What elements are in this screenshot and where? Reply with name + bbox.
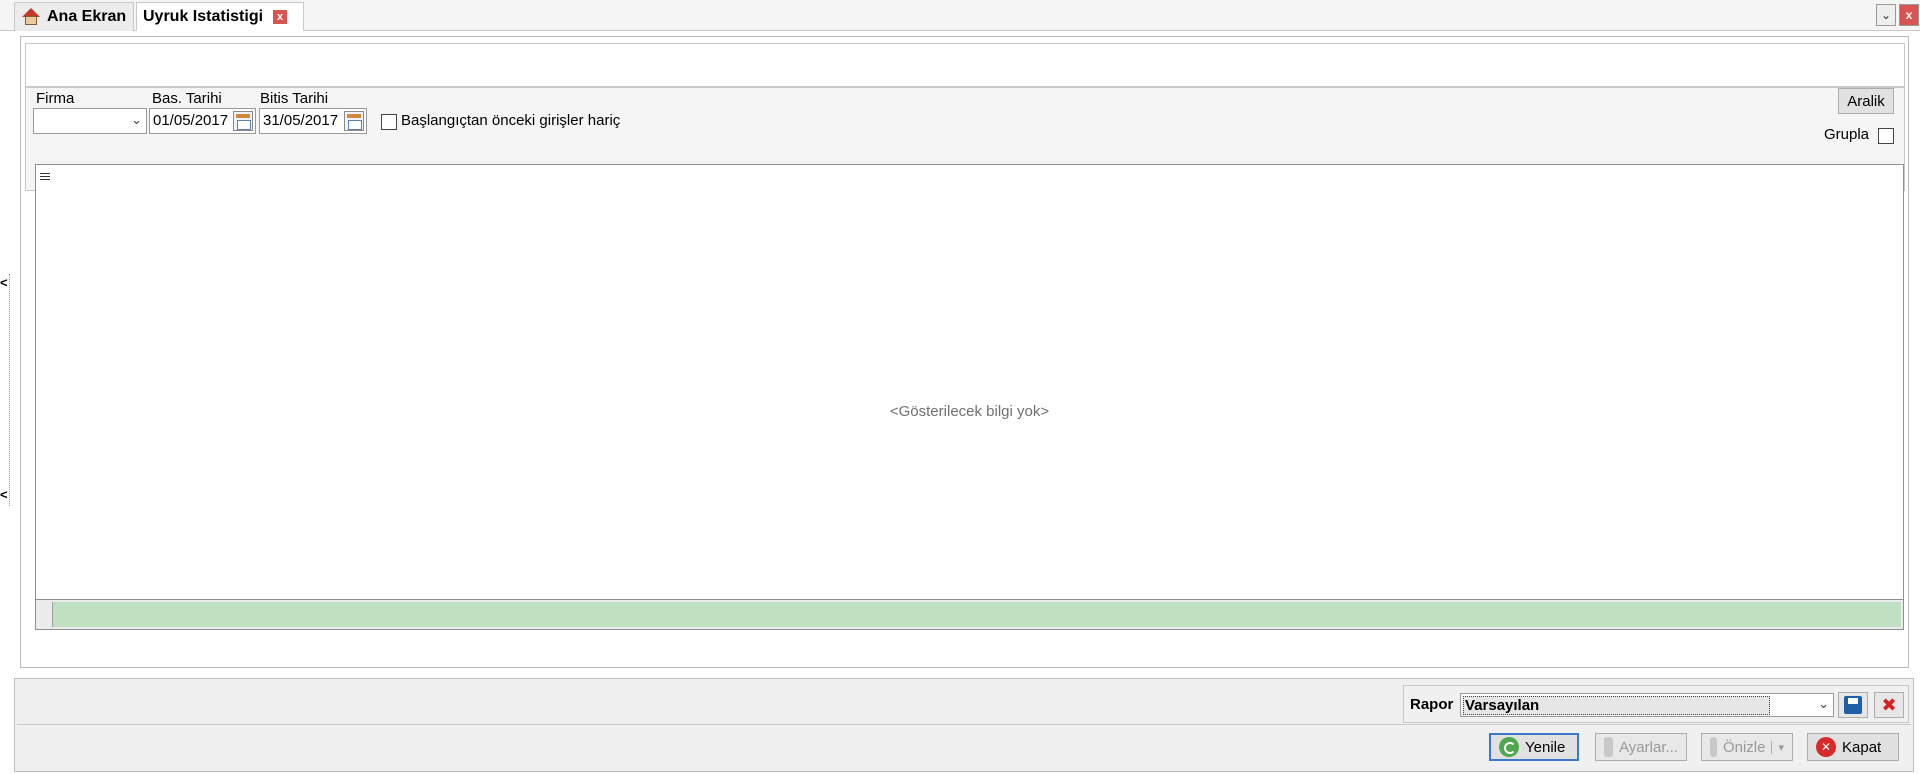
bitis-tarihi-label: Bitis Tarihi [260, 90, 329, 107]
refresh-icon [1499, 737, 1519, 757]
exclude-prior-label: Başlangıçtan önceki girişler hariç [401, 112, 621, 129]
preview-icon [1710, 737, 1717, 757]
tab-active-label: Uyruk Istatistigi [143, 7, 264, 25]
calendar-icon[interactable] [233, 111, 253, 131]
tab-home[interactable]: Ana Ekran [14, 2, 134, 31]
aralik-button[interactable]: Aralik [1838, 88, 1894, 114]
grid-footer-summary [52, 602, 1901, 627]
aralik-label: Aralik [1847, 92, 1885, 110]
tab-close-icon[interactable]: x [273, 9, 288, 24]
header-panel [25, 43, 1905, 87]
refresh-button[interactable]: Yenile [1489, 733, 1579, 761]
grupla-label: Grupla [1824, 126, 1870, 143]
report-selected-value: Varsayılan [1463, 696, 1771, 715]
close-label: Kapat [1842, 738, 1882, 756]
left-collapse-strip[interactable]: < < [0, 274, 10, 506]
firma-select[interactable]: ⌄ [33, 108, 147, 134]
bitis-tarihi-input[interactable]: 31/05/2017 [259, 108, 367, 134]
chevron-down-icon: ⌄ [1880, 8, 1892, 22]
chevron-down-icon[interactable]: ⌄ [131, 112, 142, 128]
delete-report-button[interactable]: ✖ [1874, 692, 1904, 718]
report-row: Rapor Varsayılan ⌄ ✖ [17, 681, 1911, 725]
tab-strip: Ana Ekran Uyruk Istatistigi x ⌄ x [0, 0, 1920, 31]
empty-grid-message: <Gösterilecek bilgi yok> [889, 403, 1050, 420]
bottom-panel: Rapor Varsayılan ⌄ ✖ Yenile Ayarlar... Ö… [14, 678, 1914, 772]
window-dropdown-button[interactable]: ⌄ [1876, 4, 1896, 26]
save-icon [1844, 696, 1862, 714]
exclude-prior-checkbox[interactable] [381, 114, 397, 130]
grid-footer [36, 599, 1903, 629]
settings-icon [1604, 737, 1614, 757]
chevron-down-icon[interactable]: ▾ [1771, 740, 1784, 754]
bas-tarihi-input[interactable]: 01/05/2017 [149, 108, 256, 134]
home-icon [21, 8, 41, 26]
main-frame: Firma ⌄ Bas. Tarihi 01/05/2017 Bitis Tar… [20, 36, 1909, 668]
delete-icon: ✖ [1881, 695, 1897, 715]
report-select[interactable]: Varsayılan ⌄ [1460, 693, 1834, 717]
save-report-button[interactable] [1838, 692, 1868, 718]
calendar-icon[interactable] [344, 111, 364, 131]
window-close-button[interactable]: x [1899, 4, 1919, 26]
preview-button[interactable]: Önizle ▾ [1701, 733, 1793, 761]
tab-home-label: Ana Ekran [47, 8, 127, 25]
refresh-label: Yenile [1525, 738, 1566, 756]
chevron-left-icon[interactable]: < [0, 276, 8, 289]
chevron-left-icon[interactable]: < [0, 488, 8, 501]
grupla-checkbox[interactable] [1878, 128, 1894, 144]
chevron-down-icon[interactable]: ⌄ [1818, 696, 1829, 712]
close-icon: x [1905, 8, 1913, 22]
preview-label: Önizle [1722, 738, 1766, 756]
column-chooser-icon[interactable] [40, 171, 50, 183]
bitis-tarihi-value: 31/05/2017 [263, 112, 339, 129]
bas-tarihi-value: 01/05/2017 [153, 112, 229, 129]
tab-uyruk-istatistigi[interactable]: Uyruk Istatistigi x [136, 2, 304, 31]
bas-tarihi-label: Bas. Tarihi [152, 90, 222, 107]
report-label: Rapor [1410, 696, 1454, 713]
firma-label: Firma [36, 90, 75, 107]
settings-label: Ayarlar... [1619, 738, 1678, 756]
close-button[interactable]: ✕ Kapat [1807, 733, 1899, 761]
settings-button[interactable]: Ayarlar... [1595, 733, 1687, 761]
report-group: Rapor Varsayılan ⌄ ✖ [1403, 685, 1909, 723]
data-grid[interactable]: <Gösterilecek bilgi yok> [35, 164, 1904, 630]
close-icon: ✕ [1816, 737, 1836, 757]
